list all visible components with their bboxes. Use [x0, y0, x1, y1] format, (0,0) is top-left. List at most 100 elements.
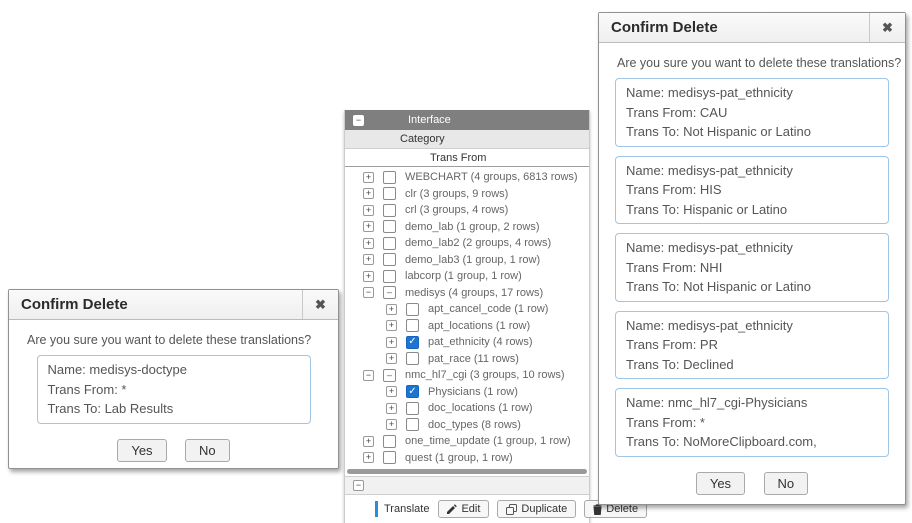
- tree-row: + labcorp (1 group, 1 row): [345, 268, 589, 285]
- translation-to-line: Trans To: NoMoreClipboard.com,: [626, 432, 878, 452]
- pencil-icon: [447, 504, 457, 514]
- translation-to-line: Trans To: Hispanic or Latino: [626, 200, 878, 220]
- tree-item-label[interactable]: doc_locations (1 row): [428, 402, 533, 414]
- translate-accent-bar: [375, 501, 378, 517]
- edit-button-label: Edit: [461, 503, 480, 515]
- row-checkbox-unchecked[interactable]: [383, 204, 396, 217]
- tree-item-label[interactable]: crl (3 groups, 4 rows): [405, 204, 508, 216]
- edit-button[interactable]: Edit: [438, 500, 489, 518]
- row-checkbox-unchecked[interactable]: [383, 253, 396, 266]
- row-checkbox-unchecked[interactable]: [406, 418, 419, 431]
- row-checkbox-unchecked[interactable]: [383, 451, 396, 464]
- translation-name-line: Name: nmc_hl7_cgi-Physicians: [626, 393, 878, 413]
- tree-item-label[interactable]: demo_lab3 (1 group, 1 row): [405, 254, 540, 266]
- translation-name-line: Name: medisys-doctype: [48, 360, 300, 380]
- dialog-titlebar: Confirm Delete ✖: [9, 290, 338, 320]
- row-checkbox-unchecked[interactable]: [383, 237, 396, 250]
- row-checkbox-indeterminate[interactable]: –: [383, 286, 396, 299]
- tree-item-label[interactable]: pat_ethnicity (4 rows): [428, 336, 533, 348]
- collapse-icon[interactable]: −: [353, 480, 364, 491]
- expand-icon[interactable]: +: [386, 403, 397, 414]
- row-checkbox-unchecked[interactable]: [406, 319, 419, 332]
- expand-icon[interactable]: +: [363, 188, 374, 199]
- tree-row: + demo_lab2 (2 groups, 4 rows): [345, 235, 589, 252]
- tree-item-label[interactable]: quest (1 group, 1 row): [405, 452, 513, 464]
- tree-item-label[interactable]: apt_cancel_code (1 row): [428, 303, 548, 315]
- expand-icon[interactable]: +: [363, 254, 374, 265]
- tree-row: + crl (3 groups, 4 rows): [345, 202, 589, 219]
- row-checkbox-unchecked[interactable]: [383, 435, 396, 448]
- tree-row: + apt_cancel_code (1 row): [345, 301, 589, 318]
- row-checkbox-unchecked[interactable]: [383, 220, 396, 233]
- row-checkbox-unchecked[interactable]: [406, 402, 419, 415]
- collapse-row: −: [345, 476, 589, 495]
- translation-name-line: Name: medisys-pat_ethnicity: [626, 238, 878, 258]
- expand-icon[interactable]: +: [363, 271, 374, 282]
- tree-item-label[interactable]: one_time_update (1 group, 1 row): [405, 435, 571, 447]
- translation-items: Name: medisys-pat_ethnicity Trans From: C…: [613, 78, 891, 457]
- confirm-delete-dialog-left: Confirm Delete ✖ Are you sure you want t…: [8, 289, 339, 469]
- dialog-buttons: Yes No: [23, 433, 324, 466]
- row-checkbox-unchecked[interactable]: [406, 303, 419, 316]
- yes-button[interactable]: Yes: [117, 439, 166, 462]
- collapse-icon[interactable]: −: [363, 287, 374, 298]
- expand-icon[interactable]: +: [386, 337, 397, 348]
- tree-item-label[interactable]: Physicians (1 row): [428, 386, 518, 398]
- row-checkbox-unchecked[interactable]: [383, 187, 396, 200]
- collapse-all-icon[interactable]: −: [353, 115, 364, 126]
- collapse-icon[interactable]: −: [363, 370, 374, 381]
- tree-row: + demo_lab3 (1 group, 1 row): [345, 252, 589, 269]
- translation-to-line: Trans To: Declined: [626, 355, 878, 375]
- expand-icon[interactable]: +: [386, 386, 397, 397]
- tree-item-label[interactable]: medisys (4 groups, 17 rows): [405, 287, 543, 299]
- dialog-titlebar: Confirm Delete ✖: [599, 13, 905, 43]
- tree-item-label[interactable]: apt_locations (1 row): [428, 320, 530, 332]
- tree-row: + ✓ pat_ethnicity (4 rows): [345, 334, 589, 351]
- tree-item-label[interactable]: pat_race (11 rows): [428, 353, 519, 365]
- duplicate-icon: [506, 504, 517, 515]
- trans-from-header: Trans From: [345, 149, 589, 167]
- tree-item-label[interactable]: doc_types (8 rows): [428, 419, 521, 431]
- expand-icon[interactable]: +: [386, 320, 397, 331]
- translation-to-line: Trans To: Lab Results: [48, 399, 300, 419]
- close-icon[interactable]: ✖: [869, 13, 905, 42]
- translation-item: Name: medisys-pat_ethnicityTrans From: C…: [615, 78, 889, 147]
- yes-button[interactable]: Yes: [696, 472, 745, 495]
- row-checkbox-unchecked[interactable]: [383, 270, 396, 283]
- horizontal-scrollbar[interactable]: [347, 469, 587, 474]
- expand-icon[interactable]: +: [386, 304, 397, 315]
- no-button[interactable]: No: [764, 472, 809, 495]
- expand-icon[interactable]: +: [363, 452, 374, 463]
- row-checkbox-unchecked[interactable]: [383, 171, 396, 184]
- tree-item-label[interactable]: demo_lab (1 group, 2 rows): [405, 221, 540, 233]
- expand-icon[interactable]: +: [363, 205, 374, 216]
- tree-item-label[interactable]: clr (3 groups, 9 rows): [405, 188, 508, 200]
- translation-items: Name: medisys-doctypeTrans From: *Trans …: [23, 355, 324, 424]
- no-button[interactable]: No: [185, 439, 230, 462]
- row-checkbox-indeterminate[interactable]: –: [383, 369, 396, 382]
- row-checkbox-checked[interactable]: ✓: [406, 336, 419, 349]
- tree-row: + doc_locations (1 row): [345, 400, 589, 417]
- translation-from-line: Trans From: CAU: [626, 103, 878, 123]
- expand-icon[interactable]: +: [386, 353, 397, 364]
- tree-item-label[interactable]: nmc_hl7_cgi (3 groups, 10 rows): [405, 369, 565, 381]
- tree-item-label[interactable]: WEBCHART (4 groups, 6813 rows): [405, 171, 578, 183]
- translate-label[interactable]: Translate: [384, 503, 429, 515]
- expand-icon[interactable]: +: [363, 436, 374, 447]
- translation-item: Name: medisys-doctypeTrans From: *Trans …: [37, 355, 311, 424]
- duplicate-button[interactable]: Duplicate: [497, 500, 576, 518]
- category-header: Category: [345, 130, 589, 149]
- tree-rows: + WEBCHART (4 groups, 6813 rows) + clr (3 g…: [345, 167, 589, 466]
- expand-icon[interactable]: +: [363, 221, 374, 232]
- expand-icon[interactable]: +: [363, 172, 374, 183]
- translation-item: Name: medisys-pat_ethnicityTrans From: N…: [615, 233, 889, 302]
- row-checkbox-unchecked[interactable]: [406, 352, 419, 365]
- expand-icon[interactable]: +: [386, 419, 397, 430]
- close-icon[interactable]: ✖: [302, 290, 338, 319]
- tree-row: + clr (3 groups, 9 rows): [345, 186, 589, 203]
- dialog-body: Are you sure you want to delete these tr…: [599, 43, 905, 509]
- tree-item-label[interactable]: demo_lab2 (2 groups, 4 rows): [405, 237, 551, 249]
- tree-item-label[interactable]: labcorp (1 group, 1 row): [405, 270, 522, 282]
- row-checkbox-checked[interactable]: ✓: [406, 385, 419, 398]
- expand-icon[interactable]: +: [363, 238, 374, 249]
